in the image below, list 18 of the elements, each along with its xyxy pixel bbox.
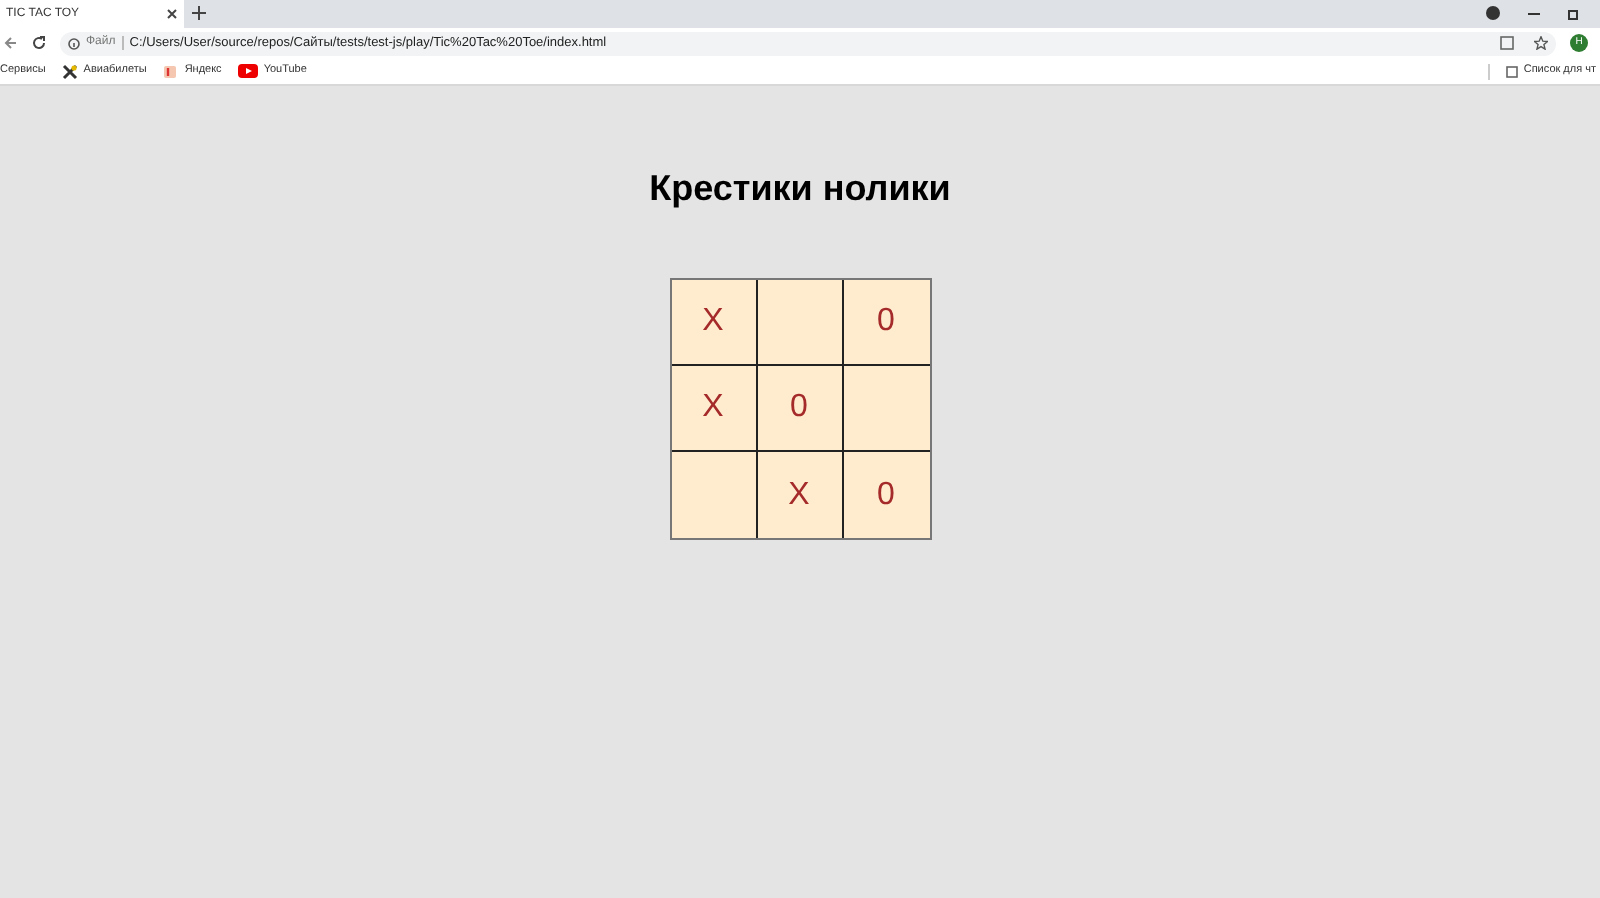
info-icon xyxy=(68,37,80,49)
minimize-icon[interactable] xyxy=(1528,7,1540,19)
board-cell[interactable] xyxy=(757,280,843,366)
page-title: Крестики нолики xyxy=(649,170,951,206)
star-icon[interactable] xyxy=(1534,36,1548,50)
board-cell[interactable]: X xyxy=(671,366,757,452)
incognito-icon[interactable] xyxy=(1486,6,1500,20)
board-cell[interactable]: X xyxy=(671,280,757,366)
board-cell[interactable]: 0 xyxy=(843,452,929,538)
new-tab-icon[interactable] xyxy=(192,6,206,20)
back-icon[interactable] xyxy=(4,36,18,50)
youtube-icon xyxy=(237,64,258,78)
board-cell[interactable]: 0 xyxy=(843,280,929,366)
reload-icon[interactable] xyxy=(32,36,46,50)
restore-icon[interactable] xyxy=(1568,7,1580,19)
board-cell[interactable]: X xyxy=(757,452,843,538)
close-icon[interactable] xyxy=(166,8,178,20)
board-cell[interactable]: 0 xyxy=(757,366,843,452)
